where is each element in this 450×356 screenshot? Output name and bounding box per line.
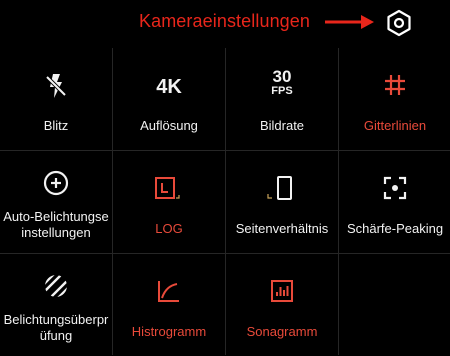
tile-sonagram[interactable]: Sonagramm (226, 254, 338, 356)
camera-settings-button[interactable] (385, 9, 413, 37)
quick-settings-grid: Blitz 4K Auflösung 30 FPS Bildrate Gitte… (0, 48, 450, 355)
tile-label: LOG (155, 221, 183, 236)
tile-label: Histrogramm (131, 324, 207, 339)
hexagon-settings-icon (387, 9, 411, 37)
tile-flash[interactable]: Blitz (0, 48, 112, 150)
grid-lines-icon (378, 72, 412, 104)
zebra-stripes-icon (39, 272, 73, 304)
tile-label: Schärfe-Peaking (346, 221, 444, 236)
tile-aspect-ratio[interactable]: Seitenverhältnis (226, 151, 338, 253)
fps-30-icon: 30 FPS (271, 67, 293, 97)
flash-off-icon (39, 72, 73, 104)
tile-focus-peaking[interactable]: Schärfe-Peaking (339, 151, 450, 253)
tile-log[interactable]: LOG (113, 151, 225, 253)
tile-label: Sonagramm (246, 324, 318, 339)
resolution-4k-icon: 4K (156, 76, 182, 98)
focus-peaking-icon (378, 175, 412, 207)
top-bar: Kameraeinstellungen (0, 0, 450, 48)
tile-label: Auto-Belichtungseinstellungen (3, 209, 109, 240)
tile-frame-rate[interactable]: 30 FPS Bildrate (226, 48, 338, 150)
aspect-ratio-icon (265, 175, 299, 207)
sonagram-icon (265, 278, 299, 310)
histogram-icon (152, 278, 186, 310)
tile-label: Belichtungsüberprüfung (3, 312, 109, 343)
annotation-label: Kameraeinstellungen (139, 11, 311, 31)
tile-label: Gitterlinien (363, 118, 427, 133)
tile-exposure-check[interactable]: Belichtungsüberprüfung (0, 254, 112, 356)
tile-histogram[interactable]: Histrogramm (113, 254, 225, 356)
log-icon (152, 175, 186, 207)
tile-label: Blitz (43, 118, 69, 133)
tile-grid-lines[interactable]: Gitterlinien (339, 48, 450, 150)
tile-label: Bildrate (259, 118, 305, 133)
tile-label: Seitenverhältnis (235, 221, 329, 236)
auto-exposure-icon (39, 169, 73, 201)
tile-resolution[interactable]: 4K Auflösung (113, 48, 225, 150)
annotation-arrow-icon (325, 12, 375, 37)
tile-auto-exposure[interactable]: Auto-Belichtungseinstellungen (0, 151, 112, 253)
tile-label: Auflösung (140, 118, 198, 133)
